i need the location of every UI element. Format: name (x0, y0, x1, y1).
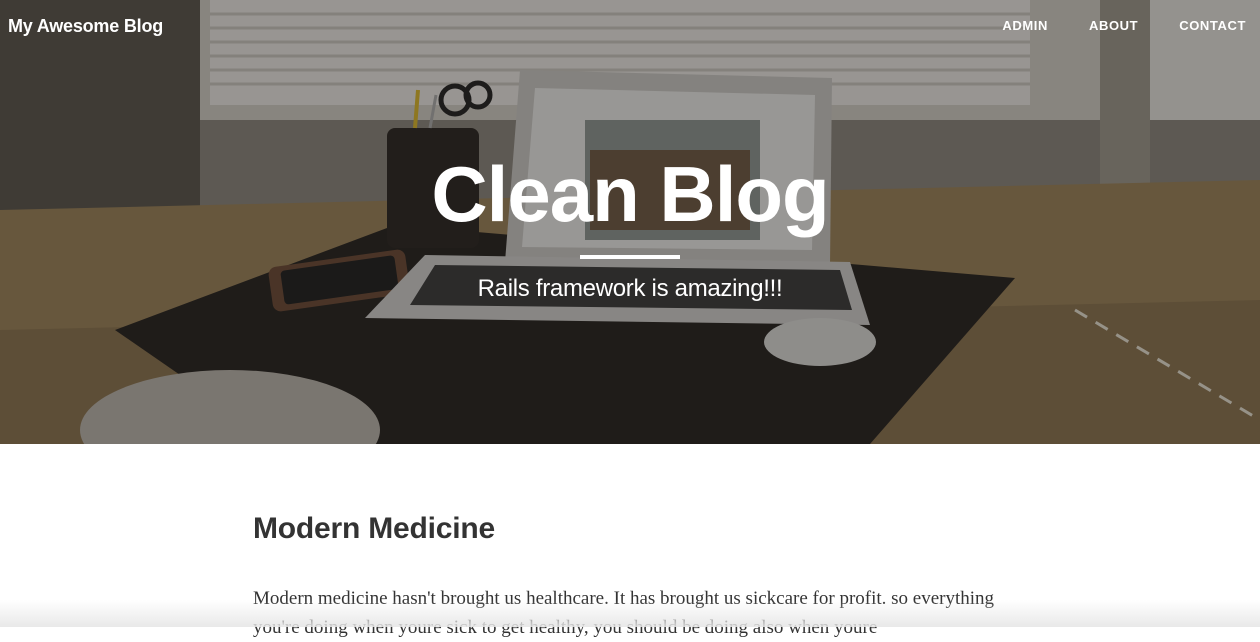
nav-link-contact[interactable]: CONTACT (1179, 18, 1246, 33)
heading-divider (580, 255, 680, 259)
post-title[interactable]: Modern Medicine (253, 512, 1013, 546)
nav-link-admin[interactable]: ADMIN (1002, 18, 1048, 33)
site-title: Clean Blog (431, 150, 829, 238)
main-nav: ADMIN ABOUT CONTACT (980, 18, 1260, 33)
brand-link[interactable]: My Awesome Blog (8, 16, 163, 37)
nav-link-about[interactable]: ABOUT (1089, 18, 1138, 33)
site-heading: Clean Blog Rails framework is amazing!!! (0, 148, 1260, 303)
hero-header: My Awesome Blog ADMIN ABOUT CONTACT Clea… (0, 0, 1260, 444)
site-subtitle: Rails framework is amazing!!! (477, 275, 783, 302)
bottom-fade (0, 600, 1260, 627)
